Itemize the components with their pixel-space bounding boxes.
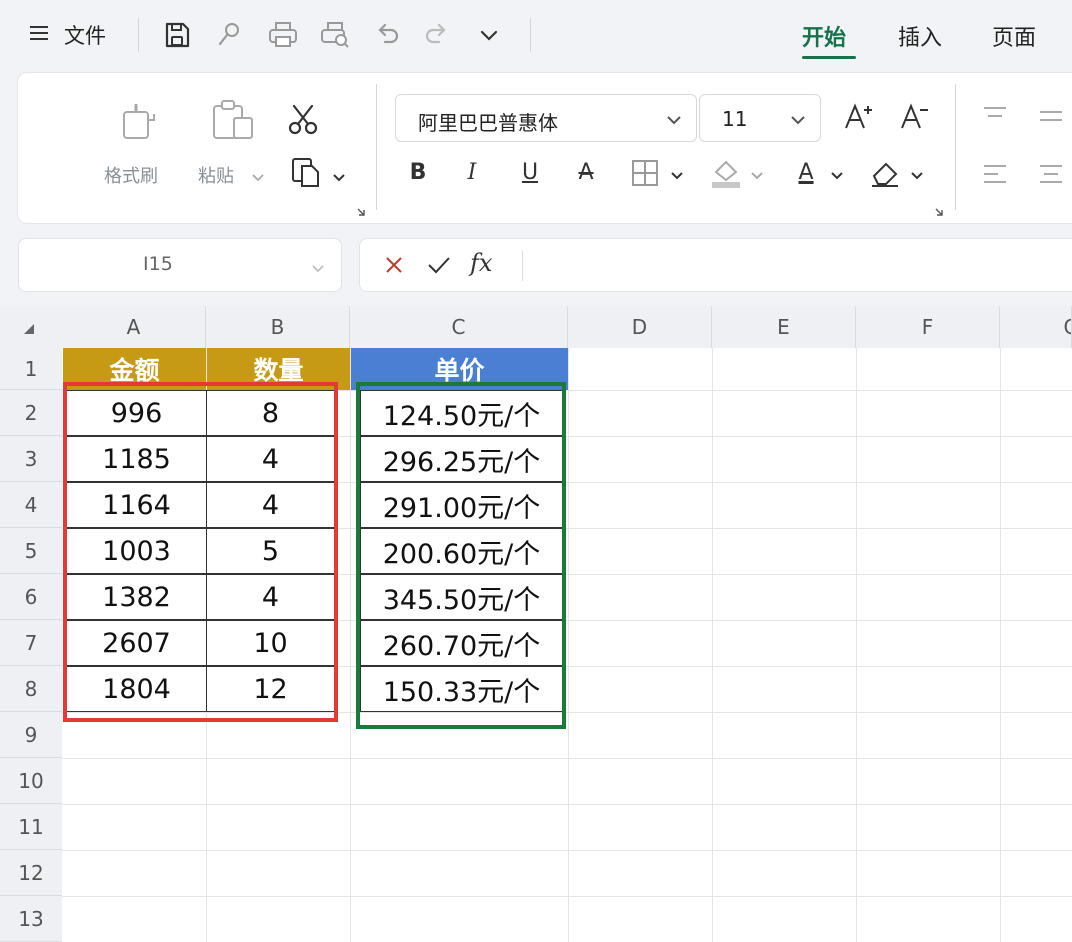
chevron-down-icon (666, 111, 682, 130)
border-chevron-icon[interactable] (670, 166, 684, 185)
grid-line (350, 348, 351, 942)
row-header[interactable]: 7 (0, 620, 62, 666)
row-header[interactable]: 11 (0, 804, 62, 850)
brush-icon[interactable] (212, 18, 246, 52)
row-header[interactable]: 5 (0, 528, 62, 574)
active-tab-indicator (802, 56, 856, 59)
column-header-c[interactable]: C (350, 306, 568, 348)
font-name-select[interactable]: 阿里巴巴普惠体 (395, 94, 697, 142)
row-header[interactable]: 8 (0, 666, 62, 712)
print-icon[interactable] (266, 18, 300, 52)
grid-line (856, 348, 857, 942)
format-painter-label[interactable]: 格式刷 (104, 162, 158, 188)
border-icon[interactable] (630, 158, 660, 192)
ribbon-divider (955, 84, 956, 210)
paste-icon[interactable] (210, 98, 256, 142)
column-header-g[interactable]: G (1000, 306, 1072, 348)
toolbar-divider (530, 18, 531, 52)
format-painter-icon[interactable] (116, 100, 160, 142)
chevron-down-icon (311, 259, 325, 278)
bold-button[interactable]: B (404, 152, 432, 192)
select-all-corner[interactable] (0, 306, 62, 348)
undo-icon[interactable] (370, 18, 404, 52)
redo-icon[interactable] (420, 18, 454, 52)
paste-chevron-icon[interactable] (252, 168, 264, 187)
ribbon-divider (376, 84, 377, 210)
italic-button[interactable]: I (458, 152, 486, 192)
row-header[interactable]: 12 (0, 850, 62, 896)
cancel-icon[interactable] (382, 253, 406, 281)
column-header-b[interactable]: B (206, 306, 350, 348)
font-color-button[interactable]: A (790, 152, 822, 192)
font-name-value: 阿里巴巴普惠体 (418, 111, 558, 135)
print-preview-icon[interactable] (318, 18, 352, 52)
cell-reference: I15 (143, 253, 173, 275)
align-top-icon[interactable] (980, 104, 1010, 132)
row-header[interactable]: 3 (0, 436, 62, 482)
row-header[interactable]: 2 (0, 390, 62, 436)
column-header-g-label: G (1064, 315, 1072, 339)
grid-line (62, 850, 1072, 851)
align-left-icon[interactable] (980, 162, 1010, 190)
row-header[interactable]: 6 (0, 574, 62, 620)
confirm-icon[interactable] (426, 253, 452, 281)
clipboard-launcher-icon[interactable] (356, 202, 366, 221)
column-header-f[interactable]: F (856, 306, 1000, 348)
paste-label[interactable]: 粘贴 (198, 162, 234, 188)
font-size-value: 11 (722, 107, 748, 131)
column-header-e[interactable]: E (712, 306, 856, 348)
row-header[interactable]: 1 (0, 348, 62, 390)
save-icon[interactable] (160, 18, 194, 52)
formula-divider (522, 251, 523, 281)
red-highlight-box (63, 382, 338, 722)
fill-color-icon[interactable] (708, 154, 744, 194)
row-header[interactable]: 4 (0, 482, 62, 528)
formula-bar[interactable]: fx (359, 238, 1072, 292)
row-header[interactable]: 9 (0, 712, 62, 758)
green-highlight-box (356, 382, 566, 729)
menu-icon[interactable] (30, 22, 48, 44)
font-size-select[interactable]: 11 (699, 94, 821, 142)
chevron-down-icon (790, 111, 806, 130)
tab-insert[interactable]: 插入 (898, 20, 942, 52)
fill-color-chevron-icon[interactable] (750, 166, 764, 185)
tab-page[interactable]: 页面 (992, 20, 1036, 52)
decrease-font-icon[interactable] (898, 100, 932, 138)
grid-line (62, 896, 1072, 897)
increase-font-icon[interactable] (842, 100, 876, 138)
copy-chevron-icon[interactable] (332, 168, 346, 187)
underline-button[interactable]: U (516, 152, 544, 192)
name-box[interactable]: I15 (18, 238, 342, 292)
column-header-d[interactable]: D (568, 306, 712, 348)
strikethrough-button[interactable]: A (572, 152, 600, 192)
grid-line (1000, 348, 1001, 942)
align-center-icon[interactable] (1036, 162, 1066, 190)
file-menu[interactable]: 文件 (64, 20, 106, 50)
toolbar-divider (138, 18, 139, 52)
column-header-a[interactable]: A (62, 306, 206, 348)
row-header[interactable]: 13 (0, 896, 62, 942)
eraser-chevron-icon[interactable] (910, 166, 924, 185)
align-middle-icon[interactable] (1036, 104, 1066, 132)
eraser-icon[interactable] (868, 158, 902, 192)
function-button[interactable]: fx (470, 249, 492, 277)
font-color-chevron-icon[interactable] (830, 166, 844, 185)
chevron-down-icon[interactable] (472, 18, 506, 52)
font-launcher-icon[interactable] (934, 202, 944, 221)
grid-line (62, 758, 1072, 759)
row-header[interactable]: 10 (0, 758, 62, 804)
grid-line (568, 348, 569, 942)
tab-home[interactable]: 开始 (802, 20, 846, 52)
grid-line (62, 804, 1072, 805)
cut-icon[interactable] (286, 102, 322, 138)
grid-line (712, 348, 713, 942)
copy-icon[interactable] (290, 154, 326, 190)
